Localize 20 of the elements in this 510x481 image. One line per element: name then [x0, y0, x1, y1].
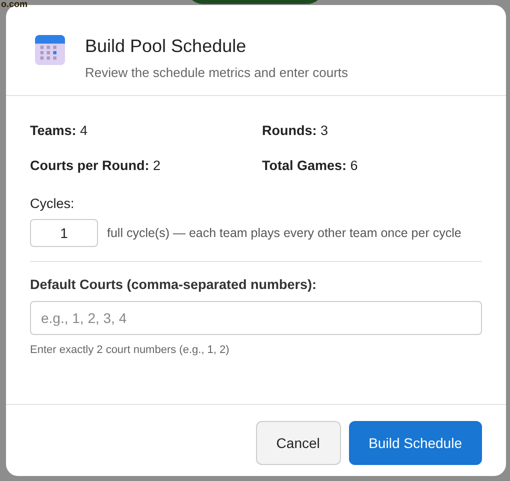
- backdrop-text: o.com: [1, 0, 28, 9]
- cycles-label: Cycles:: [30, 196, 76, 211]
- dialog-title: Build Pool Schedule: [85, 36, 248, 57]
- courts-hint: Enter exactly 2 court numbers (e.g., 1, 2): [30, 344, 230, 356]
- cycles-note: full cycle(s) — each team plays every other team once per cycle: [107, 226, 462, 240]
- courts-label: Default Courts (comma-separated numbers):: [30, 277, 318, 292]
- metric-value: 4: [80, 123, 88, 138]
- metric-label: Teams:: [30, 123, 76, 138]
- metric-label: Total Games:: [262, 158, 347, 173]
- cycles-input[interactable]: 1: [30, 219, 98, 247]
- metric-value: 2: [153, 158, 161, 173]
- calendar-icon: [35, 35, 65, 65]
- metric-value: 6: [350, 158, 358, 173]
- dialog-subtitle: Review the schedule metrics and enter courts: [85, 65, 348, 80]
- metric-value: 3: [320, 123, 328, 138]
- cancel-button[interactable]: Cancel: [256, 421, 341, 465]
- metric-label: Rounds:: [262, 123, 317, 138]
- build-schedule-button[interactable]: Build Schedule: [348, 421, 482, 465]
- courts-input[interactable]: e.g., 1, 2, 3, 4: [30, 301, 482, 335]
- metric-label: Courts per Round:: [30, 158, 150, 173]
